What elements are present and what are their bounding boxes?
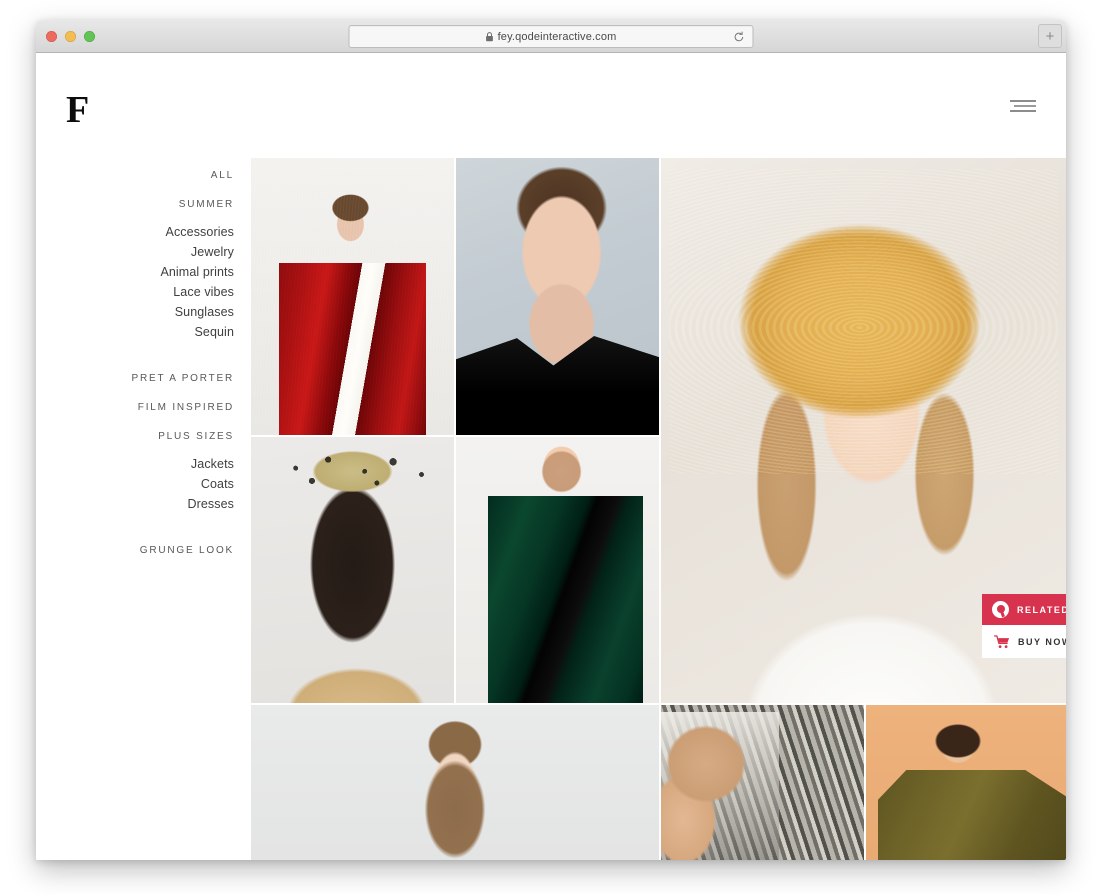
sidebar-item-pret-a-porter[interactable]: PRET A PORTER — [36, 360, 234, 389]
sidebar-item-jackets[interactable]: Jackets — [36, 447, 234, 474]
tile-hand-metal[interactable] — [661, 705, 864, 860]
sidebar-item-accessories[interactable]: Accessories — [36, 215, 234, 242]
address-bar-content: fey.qodeinteractive.com — [486, 31, 617, 43]
lock-icon — [486, 31, 493, 41]
page-root: fey.qodeinteractive.com + F ALL SUMMER A… — [0, 0, 1100, 894]
minimize-window-button[interactable] — [65, 31, 76, 42]
portfolio-filter-sidebar: ALL SUMMER Accessories Jewelry Animal pr… — [36, 158, 251, 860]
tile-green-velvet[interactable] — [456, 437, 659, 703]
hero-action-buttons: RELATED BUY NOW — [982, 594, 1066, 658]
photo-leopard-beret — [251, 437, 454, 703]
photo-black-hoodie — [456, 158, 659, 435]
portfolio-gallery: RELATED BUY NOW — [251, 158, 1066, 860]
buy-now-button[interactable]: BUY NOW — [982, 625, 1066, 658]
sidebar-item-summer[interactable]: SUMMER — [36, 186, 234, 215]
site-header: F — [36, 53, 1066, 158]
sidebar-item-dresses[interactable]: Dresses — [36, 494, 234, 514]
address-bar[interactable]: fey.qodeinteractive.com — [348, 25, 754, 48]
sidebar-item-animal-prints[interactable]: Animal prints — [36, 262, 234, 282]
photo-green-velvet — [456, 437, 659, 703]
hamburger-bar-top — [1010, 100, 1036, 102]
sidebar-group-divider-2 — [36, 514, 234, 532]
sidebar-item-grunge-look[interactable]: GRUNGE LOOK — [36, 532, 234, 561]
sidebar-item-jewelry[interactable]: Jewelry — [36, 242, 234, 262]
website-viewport: F ALL SUMMER Accessories Jewelry Animal … — [36, 53, 1066, 860]
qode-logo-icon — [992, 601, 1009, 618]
close-window-button[interactable] — [46, 31, 57, 42]
hamburger-bar-bottom — [1010, 110, 1036, 112]
photo-olive-bomber — [866, 705, 1066, 860]
browser-chrome: fey.qodeinteractive.com + — [36, 20, 1066, 53]
window-controls — [46, 31, 95, 42]
zoom-window-button[interactable] — [84, 31, 95, 42]
sidebar-item-sunglases[interactable]: Sunglases — [36, 302, 234, 322]
sidebar-item-sequin[interactable]: Sequin — [36, 322, 234, 342]
new-tab-label: + — [1045, 27, 1055, 45]
hamburger-bar-middle — [1014, 105, 1036, 107]
related-button[interactable]: RELATED — [982, 594, 1066, 625]
tile-leopard-beret[interactable] — [251, 437, 454, 703]
address-bar-url: fey.qodeinteractive.com — [497, 30, 617, 43]
browser-window: fey.qodeinteractive.com + F ALL SUMMER A… — [36, 20, 1066, 860]
new-tab-button[interactable]: + — [1038, 24, 1062, 48]
shopping-cart-icon — [994, 634, 1010, 648]
photo-braided-hair — [251, 705, 659, 860]
sidebar-item-plus-sizes[interactable]: PLUS SIZES — [36, 418, 234, 447]
site-logo[interactable]: F — [66, 91, 89, 129]
content-row: ALL SUMMER Accessories Jewelry Animal pr… — [36, 158, 1066, 860]
related-button-label: RELATED — [1017, 604, 1066, 615]
reload-icon[interactable] — [734, 31, 745, 43]
tile-braided-hair[interactable] — [251, 705, 659, 860]
tile-red-sequin-jacket[interactable] — [251, 158, 454, 435]
tile-olive-bomber[interactable] — [866, 705, 1066, 860]
tile-black-hoodie[interactable] — [456, 158, 659, 435]
sidebar-item-film-inspired[interactable]: FILM INSPIRED — [36, 389, 234, 418]
sidebar-item-lace-vibes[interactable]: Lace vibes — [36, 282, 234, 302]
sidebar-item-all[interactable]: ALL — [36, 160, 234, 186]
sidebar-item-coats[interactable]: Coats — [36, 474, 234, 494]
tile-straw-hat[interactable]: RELATED BUY NOW — [661, 158, 1066, 703]
photo-red-sequin-jacket — [251, 158, 454, 435]
photo-hand-metal — [661, 705, 864, 860]
sidebar-group-divider — [36, 342, 234, 360]
hamburger-menu-icon[interactable] — [1008, 100, 1036, 114]
buy-now-button-label: BUY NOW — [1018, 636, 1066, 647]
